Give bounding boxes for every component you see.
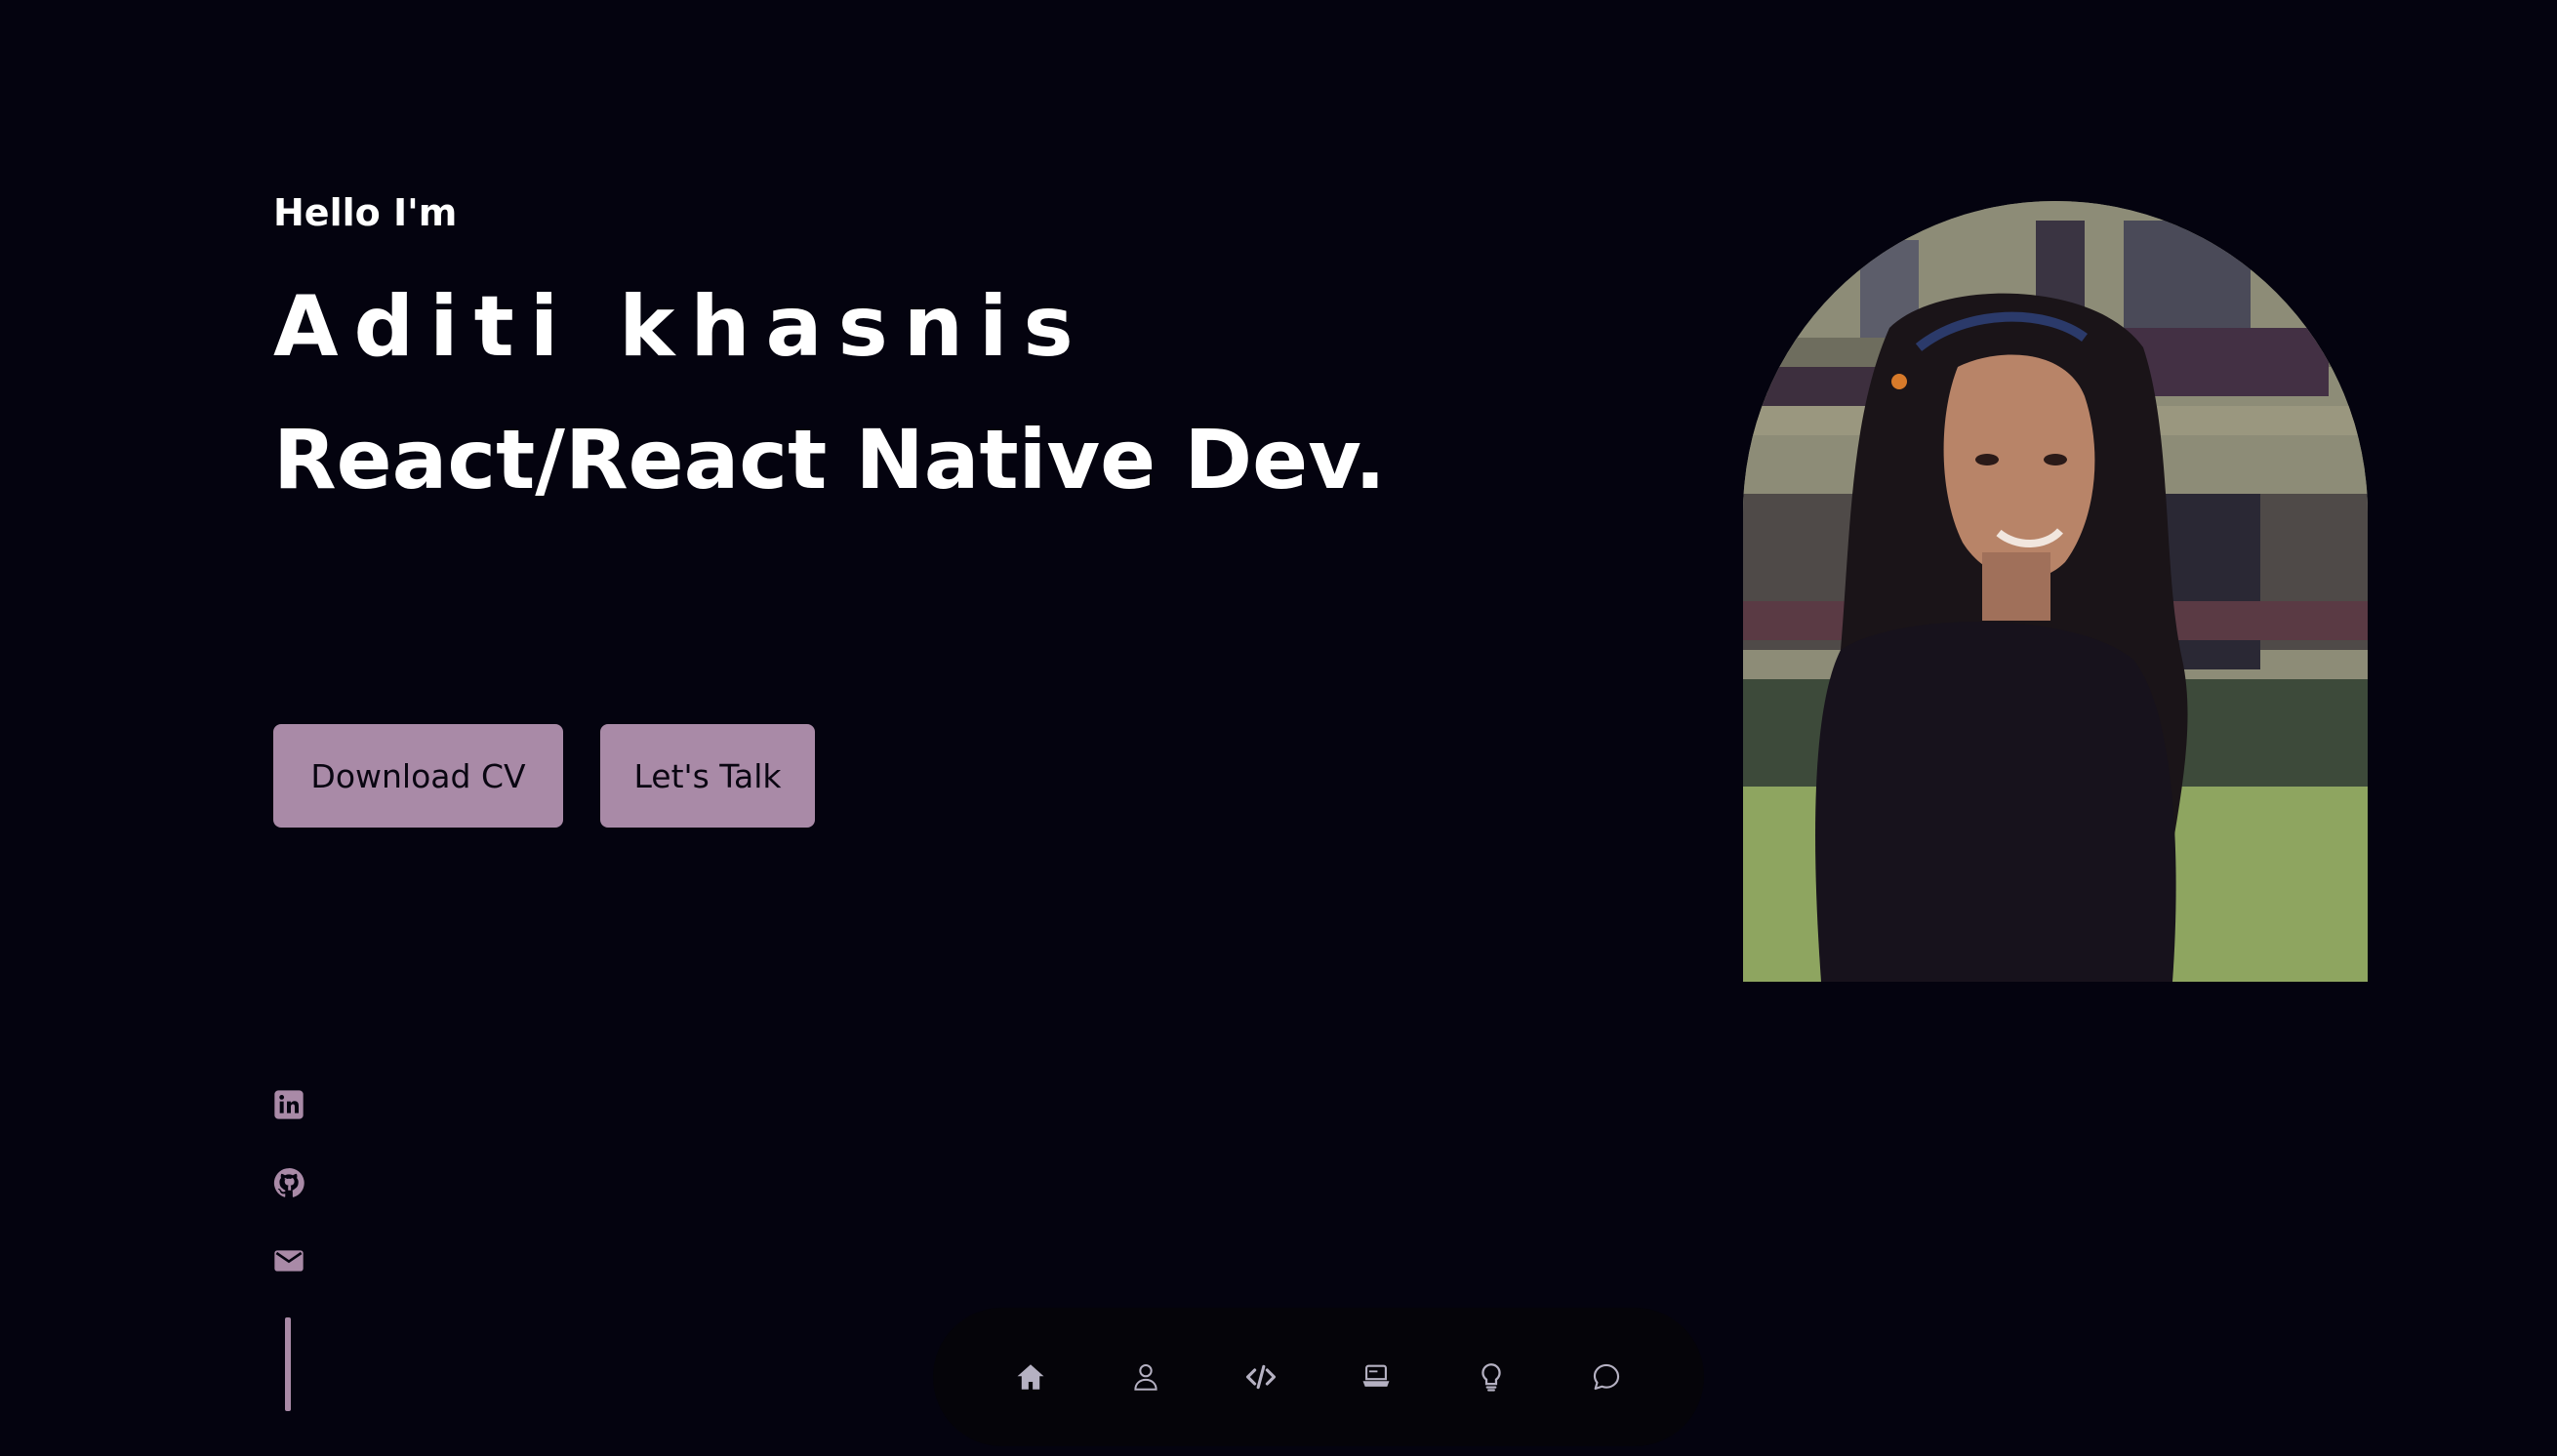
linkedin-icon [274, 1090, 304, 1119]
user-icon [1134, 1363, 1157, 1391]
nav-experience[interactable] [1463, 1349, 1520, 1405]
lets-talk-button[interactable]: Let's Talk [600, 724, 815, 828]
nav-contact[interactable] [1578, 1349, 1635, 1405]
code-icon [1245, 1364, 1277, 1390]
profile-photo-image [1743, 201, 2368, 982]
nav-skills[interactable] [1233, 1349, 1289, 1405]
email-link[interactable] [273, 1245, 304, 1276]
chat-icon [1593, 1363, 1620, 1391]
github-icon [273, 1168, 304, 1197]
nav-home[interactable] [1002, 1349, 1059, 1405]
profile-role: React/React Native Dev. [273, 412, 1386, 507]
profile-name: Aditi khasnis [273, 278, 1089, 376]
bottom-nav [933, 1308, 1704, 1446]
profile-photo [1743, 201, 2368, 982]
linkedin-link[interactable] [273, 1089, 304, 1120]
nav-projects[interactable] [1348, 1349, 1404, 1405]
social-divider-line [285, 1317, 291, 1411]
greeting-text: Hello I'm [273, 191, 458, 234]
home-icon [1017, 1364, 1044, 1390]
github-link[interactable] [273, 1167, 304, 1198]
laptop-icon [1362, 1364, 1390, 1387]
mail-icon [274, 1250, 304, 1272]
nav-about[interactable] [1117, 1349, 1174, 1405]
download-cv-button[interactable]: Download CV [273, 724, 563, 828]
hero-page: Hello I'm Aditi khasnis React/React Nati… [0, 0, 2557, 1456]
lightbulb-icon [1481, 1363, 1501, 1392]
